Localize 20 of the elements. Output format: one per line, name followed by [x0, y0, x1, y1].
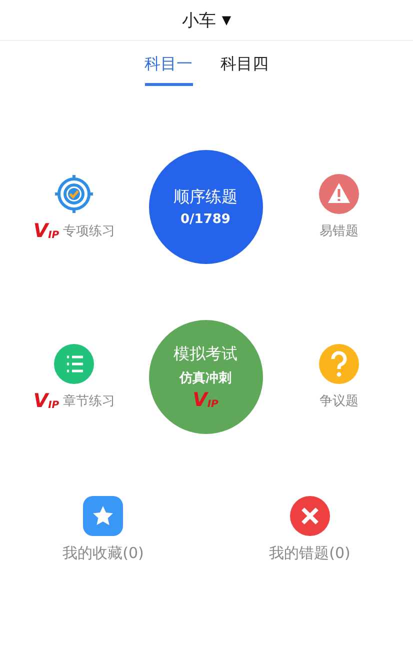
vehicle-title[interactable]: 小车	[182, 8, 216, 32]
practice-label[interactable]: 章节练习	[63, 392, 116, 410]
practice-label[interactable]: 争议题	[319, 392, 358, 410]
collection-label[interactable]: 我的错题(0)	[269, 544, 350, 563]
vip-label: VIP	[33, 222, 60, 240]
practice-circle-button[interactable]: 顺序练题 0/1789	[148, 150, 262, 264]
vip-label: VIP	[33, 392, 60, 410]
warning-icon	[318, 174, 359, 214]
list-icon	[54, 344, 94, 384]
close-icon	[290, 496, 330, 536]
practice-label[interactable]: 专项练习	[63, 222, 116, 240]
target-icon	[54, 174, 94, 214]
practice-label[interactable]: 易错题	[319, 222, 358, 240]
practice-circle-button[interactable]: 模拟考试 仿真冲刺 VIP	[148, 320, 262, 434]
vip-label: VIP	[192, 391, 218, 410]
question-icon	[318, 344, 359, 384]
subject-tab[interactable]: 科目一	[144, 54, 192, 86]
collection-label[interactable]: 我的收藏(0)	[62, 544, 144, 563]
dropdown-caret[interactable]: ▼	[222, 13, 232, 27]
subject-tab[interactable]: 科目四	[220, 54, 268, 86]
